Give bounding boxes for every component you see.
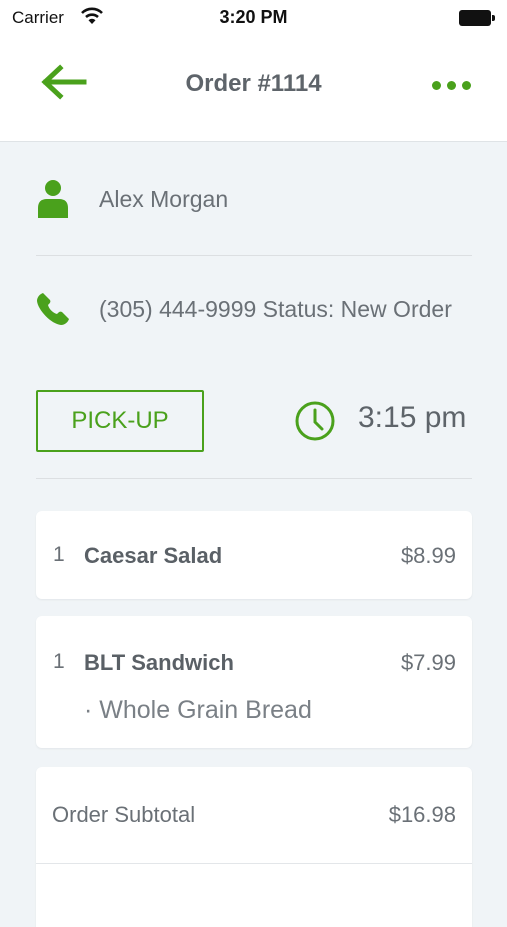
customer-name: Alex Morgan (99, 186, 229, 212)
divider (36, 255, 472, 256)
phone-status-text: (305) 444-9999 Status: New Order (99, 296, 452, 322)
divider (36, 478, 472, 479)
divider (36, 863, 472, 864)
more-options-icon[interactable] (428, 76, 474, 96)
item-name: BLT Sandwich (84, 650, 234, 675)
pickup-label: PICK-UP (71, 407, 169, 434)
order-summary-card: Order Subtotal $16.98 (36, 767, 472, 927)
customer-row: Alex Morgan (36, 172, 472, 228)
status-time: 3:20 PM (219, 7, 288, 27)
subtotal-label: Order Subtotal (52, 802, 196, 827)
item-modifier: · Whole Grain Bread (84, 696, 312, 724)
item-quantity: 1 (53, 650, 65, 673)
pickup-button[interactable]: PICK-UP (36, 390, 204, 452)
item-quantity: 1 (53, 543, 65, 566)
pickup-time: 3:15 pm (358, 401, 467, 434)
nav-bar: Order #1114 (0, 38, 507, 142)
subtotal-value: $16.98 (388, 802, 456, 827)
phone-row[interactable]: (305) 444-9999 Status: New Order (36, 286, 472, 336)
status-bar: Carrier 3:20 PM (0, 0, 507, 38)
item-price: $7.99 (400, 650, 456, 675)
battery-icon (459, 10, 495, 26)
item-price: $8.99 (400, 543, 456, 568)
person-icon (38, 180, 68, 218)
order-item-card[interactable]: 1 BLT Sandwich $7.99 · Whole Grain Bread (36, 616, 472, 748)
order-item-card[interactable]: 1 Caesar Salad $8.99 (36, 511, 472, 599)
phone-icon (37, 293, 69, 325)
clock-icon (295, 401, 335, 441)
item-name: Caesar Salad (84, 543, 223, 568)
